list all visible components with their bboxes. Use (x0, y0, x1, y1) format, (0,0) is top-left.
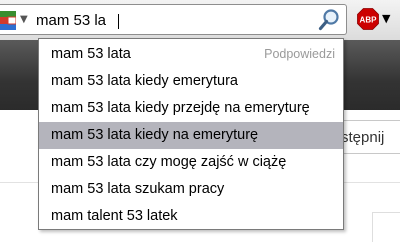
divider (372, 212, 400, 213)
suggestion-item[interactable]: mam talent 53 latek (39, 203, 343, 230)
divider (372, 212, 373, 242)
suggestions-hint: Podpowiedzi (264, 47, 335, 61)
search-input[interactable] (36, 9, 306, 31)
adblock-dropdown-icon[interactable]: ▼ (382, 13, 390, 25)
adblock-plus-icon[interactable]: ABP (357, 8, 379, 30)
suggestions-popup: mam 53 lata Podpowiedzi mam 53 lata kied… (38, 38, 344, 230)
suggestion-text: mam 53 lata szukam pracy (51, 181, 225, 197)
suggestion-item[interactable]: mam 53 lata kiedy emerytura (39, 68, 343, 95)
suggestion-item[interactable]: mam 53 lata czy mogę zajść w ciążę (39, 149, 343, 176)
suggestion-item-selected[interactable]: mam 53 lata kiedy na emeryturę (39, 122, 343, 149)
suggestion-text: mam 53 lata kiedy przejdę na emeryturę (51, 100, 310, 116)
suggestion-text: mam 53 lata (51, 46, 131, 62)
suggestion-item[interactable]: mam 53 lata Podpowiedzi (39, 41, 343, 68)
suggestion-text: mam 53 lata czy mogę zajść w ciążę (51, 154, 287, 170)
search-bar[interactable]: ▼ (0, 4, 347, 35)
suggestion-text: mam 53 lata kiedy emerytura (51, 73, 238, 89)
engine-dropdown-icon[interactable]: ▼ (20, 14, 28, 26)
text-caret (118, 14, 119, 29)
adblock-label: ABP (360, 16, 378, 25)
suggestion-text: mam talent 53 latek (51, 208, 178, 224)
suggestion-item[interactable]: mam 53 lata szukam pracy (39, 176, 343, 203)
magnifier-icon[interactable] (318, 8, 342, 32)
suggestion-item[interactable]: mam 53 lata kiedy przejdę na emeryturę (39, 95, 343, 122)
browser-toolbar: ▼ ABP ▼ (0, 0, 400, 41)
suggestions-list: mam 53 lata Podpowiedzi mam 53 lata kied… (39, 39, 343, 230)
google-icon[interactable] (0, 11, 16, 30)
suggestion-text: mam 53 lata kiedy na emeryturę (51, 127, 259, 143)
